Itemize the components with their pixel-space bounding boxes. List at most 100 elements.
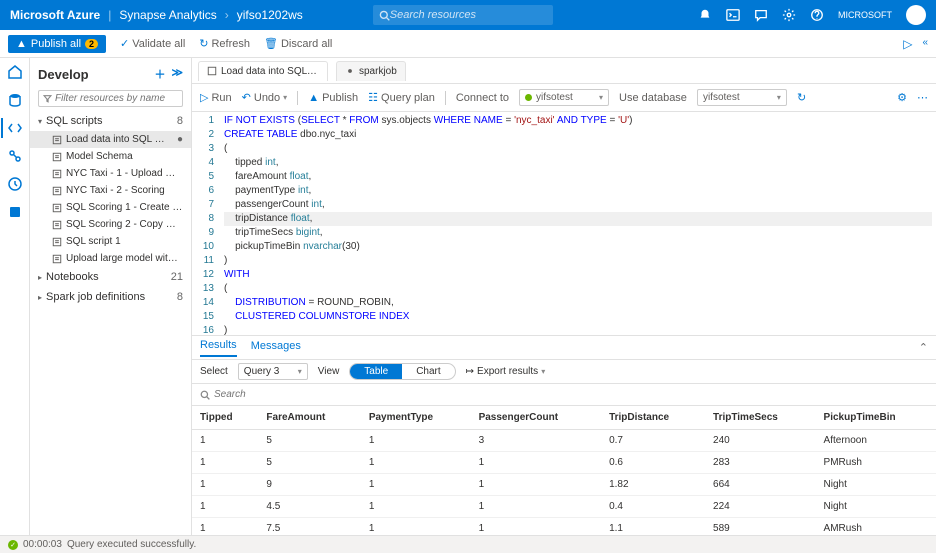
settings-icon[interactable]: ⚙ <box>897 91 907 104</box>
sql-icon <box>207 66 217 76</box>
top-toolbar: ▲ Publish all 2 ✓Validate all ↻Refresh 🗑… <box>0 30 936 58</box>
column-header[interactable]: FareAmount <box>258 406 360 430</box>
column-header[interactable]: Tipped <box>192 406 258 430</box>
upload-icon: ▲ <box>16 38 27 50</box>
console-icon[interactable] <box>726 8 740 22</box>
global-search[interactable] <box>373 5 553 25</box>
sidebar-item[interactable]: SQL Scoring 2 - Copy model into mo... <box>30 216 191 233</box>
table-row[interactable]: 14.5110.4224Night <box>192 496 936 518</box>
results-search-input[interactable] <box>214 389 928 400</box>
results-tab[interactable]: Results <box>200 339 237 357</box>
table-row[interactable]: 15110.6283PMRush <box>192 452 936 474</box>
sql-script-icon <box>52 152 62 162</box>
view-chart[interactable]: Chart <box>402 364 454 379</box>
table-row[interactable]: 17.5111.1589AMRush <box>192 518 936 536</box>
view-toggle[interactable]: Table Chart <box>349 363 455 380</box>
sql-script-icon <box>52 135 62 145</box>
sql-script-icon <box>52 254 62 264</box>
account-label[interactable]: MICROSOFT <box>838 11 892 20</box>
column-header[interactable]: PickupTimeBin <box>816 406 936 430</box>
run-icon[interactable]: ▷ <box>903 37 912 51</box>
publish-all-button[interactable]: ▲ Publish all 2 <box>8 35 106 53</box>
group-sql-scripts[interactable]: ▾SQL scripts8 <box>30 111 191 131</box>
view-table[interactable]: Table <box>350 364 402 379</box>
column-header[interactable]: PassengerCount <box>471 406 602 430</box>
collapse-icon[interactable]: ⌃ <box>919 341 928 354</box>
sidebar-filter[interactable] <box>38 90 183 107</box>
filter-input[interactable] <box>55 93 178 104</box>
feedback-icon[interactable] <box>754 8 768 22</box>
rail-develop[interactable] <box>7 120 23 136</box>
publish-button[interactable]: ▲Publish <box>308 92 358 104</box>
connect-to-select[interactable]: yifsotest▾ <box>519 89 609 106</box>
brand: Microsoft Azure <box>10 8 100 22</box>
messages-tab[interactable]: Messages <box>251 340 301 356</box>
group-notebooks[interactable]: ▸Notebooks21 <box>30 267 191 287</box>
rail-manage[interactable] <box>7 204 23 220</box>
sidebar-item[interactable]: Model Schema <box>30 148 191 165</box>
group-spark[interactable]: ▸Spark job definitions8 <box>30 287 191 307</box>
sidebar-item[interactable]: SQL script 1 <box>30 233 191 250</box>
settings-icon[interactable] <box>782 8 796 22</box>
table-row[interactable]: 15130.7240Afternoon <box>192 430 936 452</box>
undo-button[interactable]: ↶Undo▾ <box>242 91 288 104</box>
discard-all-button[interactable]: 🗑Discard all <box>264 37 332 50</box>
product-crumb[interactable]: Synapse Analytics <box>119 8 216 22</box>
use-db-label: Use database <box>619 92 687 104</box>
notifications-icon[interactable] <box>698 8 712 22</box>
filter-icon <box>43 94 52 103</box>
status-message: Query executed successfully. <box>67 539 196 550</box>
success-icon: ✓ <box>8 540 18 550</box>
status-time: 00:00:03 <box>23 539 62 550</box>
search-input[interactable] <box>390 9 547 21</box>
sidebar-item[interactable]: Load data into SQL Pool● <box>30 131 191 148</box>
expand-icon[interactable]: « <box>922 37 928 51</box>
results-search[interactable] <box>192 384 936 406</box>
rail-home[interactable] <box>7 64 23 80</box>
run-button[interactable]: ▷Run <box>200 91 232 104</box>
more-icon[interactable]: ⋯ <box>917 91 928 104</box>
tab-load-data[interactable]: Load data into SQL P... <box>198 61 328 81</box>
sql-script-icon <box>52 203 62 213</box>
results-table[interactable]: TippedFareAmountPaymentTypePassengerCoun… <box>192 406 936 535</box>
column-header[interactable]: TripTimeSecs <box>705 406 816 430</box>
sidebar-item[interactable]: SQL Scoring 1 - Create model table <box>30 199 191 216</box>
sql-editor[interactable]: 12345678910111213141516171819202122 IF N… <box>192 112 936 336</box>
add-icon[interactable]: ＋ <box>154 66 165 82</box>
sidebar-item[interactable]: Upload large model with COPY INTO <box>30 250 191 267</box>
sql-script-icon <box>52 237 62 247</box>
results-tabs: Results Messages ⌃ <box>192 336 936 360</box>
table-row[interactable]: 19111.82664Night <box>192 474 936 496</box>
use-db-select[interactable]: yifsotest▾ <box>697 89 787 106</box>
editor-tabs: Load data into SQL P... sparkjob <box>192 58 936 84</box>
rail-monitor[interactable] <box>7 176 23 192</box>
help-icon[interactable] <box>810 8 824 22</box>
status-dot-icon <box>525 94 532 101</box>
sidebar-item[interactable]: NYC Taxi - 2 - Scoring <box>30 182 191 199</box>
nav-rail <box>0 58 30 535</box>
tab-sparkjob[interactable]: sparkjob <box>336 61 406 81</box>
refresh-db-icon[interactable]: ↻ <box>797 91 806 104</box>
editor-toolbar: ▷Run ↶Undo▾ ▲Publish ☷Query plan Connect… <box>192 84 936 112</box>
more-icon[interactable]: ≫ <box>171 66 183 82</box>
rail-integrate[interactable] <box>7 148 23 164</box>
azure-header: Microsoft Azure | Synapse Analytics › yi… <box>0 0 936 30</box>
connect-to-label: Connect to <box>456 92 509 104</box>
sql-script-icon <box>52 220 62 230</box>
sql-script-icon <box>52 186 62 196</box>
select-label: Select <box>200 366 228 377</box>
search-icon <box>379 10 390 21</box>
column-header[interactable]: PaymentType <box>361 406 471 430</box>
column-header[interactable]: TripDistance <box>601 406 705 430</box>
refresh-button[interactable]: ↻Refresh <box>199 37 250 50</box>
develop-sidebar: Develop ＋ ≫ ▾SQL scripts8 Load data into… <box>30 58 192 535</box>
query-select[interactable]: Query 3▾ <box>238 363 308 380</box>
avatar[interactable] <box>906 5 926 25</box>
status-bar: ✓ 00:00:03 Query executed successfully. <box>0 535 936 553</box>
rail-data[interactable] <box>7 92 23 108</box>
export-button[interactable]: ↦Export results▾ <box>466 366 546 377</box>
query-plan-button[interactable]: ☷Query plan <box>368 91 435 104</box>
workspace-crumb[interactable]: yifso1202ws <box>237 8 303 22</box>
sidebar-item[interactable]: NYC Taxi - 1 - Upload model <box>30 165 191 182</box>
validate-all-button[interactable]: ✓Validate all <box>120 37 185 50</box>
